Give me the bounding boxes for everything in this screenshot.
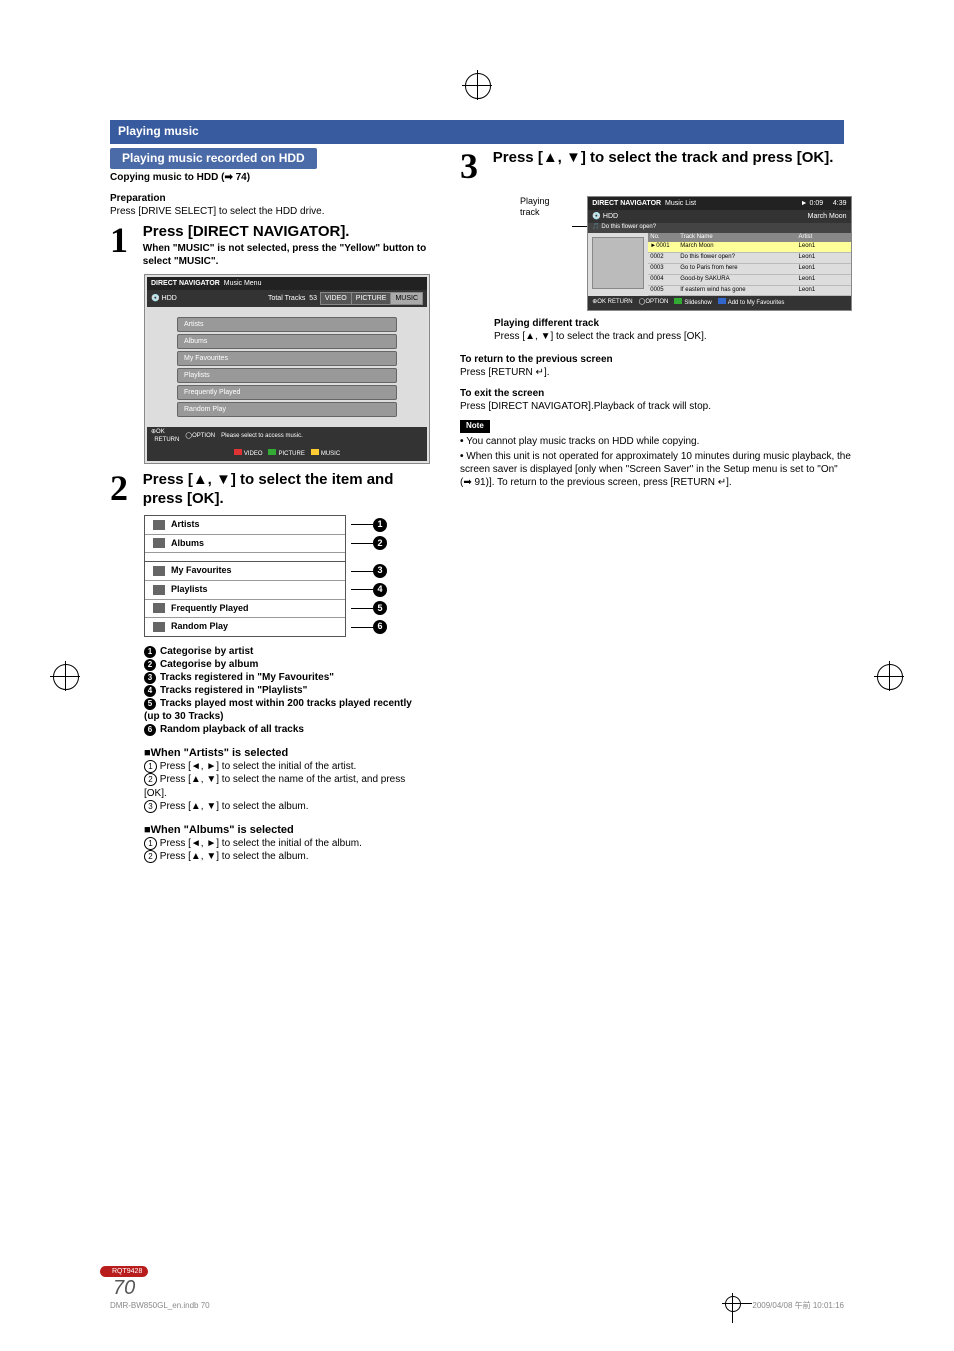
mock-menu-item: Playlists: [177, 368, 397, 383]
mock-footer: ⊕OK RETURN ◯OPTION Please select to acce…: [147, 427, 427, 447]
crop-mark-top: [0, 70, 954, 100]
crop-mark-left: [50, 661, 80, 691]
albums-subsection: When "Albums" is selected: [144, 823, 430, 837]
music-list-footer: ⊕OK RETURN ◯OPTION Slideshow Add to My F…: [588, 296, 850, 310]
preparation-heading: Preparation: [110, 192, 430, 205]
item-list-mock: Artists1 Albums2 My Favourites3 Playlist…: [144, 515, 346, 637]
step-number: 2: [110, 470, 140, 506]
mock-color-buttons: VIDEO PICTURE MUSIC: [147, 447, 427, 461]
step-number: 1: [110, 222, 140, 258]
diff-track-text: Press [▲, ▼] to select the track and pre…: [494, 330, 852, 343]
step3-heading: Press [▲, ▼] to select the track and pre…: [493, 149, 834, 166]
mock-drive: HDD: [162, 295, 177, 302]
crop-mark-right: [874, 661, 904, 691]
music-list-mock: DIRECT NAVIGATOR Music List ► 0:09 4:39 …: [587, 196, 851, 312]
exit-heading: To exit the screen: [460, 387, 852, 400]
note-item: When this unit is not operated for appro…: [460, 450, 852, 489]
note-label: Note: [460, 420, 490, 432]
diff-track-heading: Playing different track: [494, 317, 852, 330]
return-heading: To return to the previous screen: [460, 353, 852, 366]
exit-text: Press [DIRECT NAVIGATOR].Playback of tra…: [460, 400, 852, 413]
footer-file: DMR-BW850GL_en.indb 70: [110, 1301, 210, 1311]
step1-sub: When "MUSIC" is not selected, press the …: [143, 243, 426, 267]
mock-menu-item: Frequently Played: [177, 385, 397, 400]
list-item: Albums2: [145, 535, 345, 554]
note-item: You cannot play music tracks on HDD whil…: [460, 435, 852, 448]
direct-navigator-mock: DIRECT NAVIGATOR Music Menu 💿 HDD Total …: [144, 274, 430, 464]
artists-subsection: When "Artists" is selected: [144, 746, 430, 760]
page-section-header: Playing music: [110, 120, 844, 144]
list-item: Artists1: [145, 516, 345, 535]
step2-heading: Press [▲, ▼] to select the item and pres…: [143, 471, 394, 508]
return-text: Press [RETURN ↵].: [460, 366, 852, 379]
mock-menu-item: Albums: [177, 334, 397, 349]
list-item: Frequently Played5: [145, 600, 345, 619]
mock-tabs: VIDEOPICTUREMUSIC: [321, 295, 423, 302]
footer-timestamp: 2009/04/08 午前 10:01:16: [752, 1301, 844, 1310]
artists-steps: 1 Press [◄, ►] to select the initial of …: [144, 760, 430, 812]
item-explanations: 1Categorise by artist 2Categorise by alb…: [144, 645, 430, 736]
section-bar: Playing music recorded on HDD: [110, 148, 317, 170]
mock-menu-item: My Favourites: [177, 351, 397, 366]
step-number: 3: [460, 148, 490, 184]
mock-total-label: Total Tracks: [268, 295, 305, 302]
chart-icon: [153, 603, 165, 613]
shuffle-icon: [153, 622, 165, 632]
copying-line: Copying music to HDD (➡ 74): [110, 171, 430, 184]
mock-menu-item: Random Play: [177, 402, 397, 417]
person-icon: [153, 520, 165, 530]
list-item: My Favourites3: [145, 561, 345, 581]
mock-title: DIRECT NAVIGATOR: [151, 280, 220, 287]
mock-total-value: 53: [309, 295, 317, 302]
page-number-badge: RQT9428 70: [100, 1266, 148, 1301]
step1-heading: Press [DIRECT NAVIGATOR].: [143, 223, 350, 240]
list-item: Playlists4: [145, 581, 345, 600]
preparation-text: Press [DRIVE SELECT] to select the HDD d…: [110, 205, 430, 218]
disc-icon: [153, 538, 165, 548]
footer-crop-icon: [722, 1293, 742, 1316]
albums-steps: 1 Press [◄, ►] to select the initial of …: [144, 837, 430, 863]
mock-subtitle: Music Menu: [224, 280, 262, 287]
mock-menu-item: Artists: [177, 317, 397, 332]
album-art-placeholder: [592, 237, 644, 289]
playing-track-label: Playing track: [520, 196, 568, 219]
list-item: Random Play6: [145, 618, 345, 636]
marker-icon: [153, 566, 165, 576]
playlist-icon: [153, 585, 165, 595]
